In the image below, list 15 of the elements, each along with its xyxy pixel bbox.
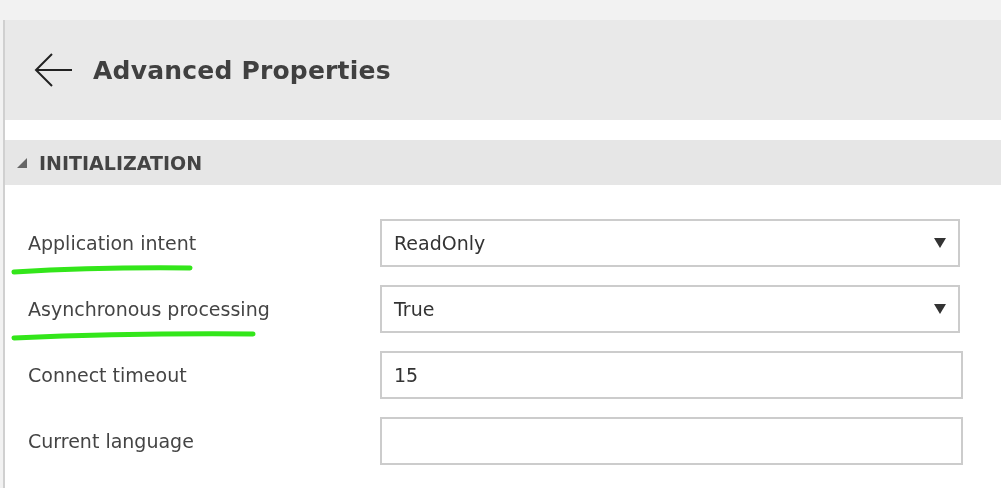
section-header[interactable]: INITIALIZATION xyxy=(5,140,1001,185)
dropdown-arrow-icon xyxy=(934,238,946,248)
property-label: Connect timeout xyxy=(27,364,188,386)
input-field[interactable]: 15 xyxy=(380,351,963,399)
property-label: Current language xyxy=(27,430,195,452)
property-label: Application intent xyxy=(27,232,198,254)
back-icon[interactable] xyxy=(33,52,73,88)
input-field[interactable] xyxy=(380,417,963,465)
property-label: Asynchronous processing xyxy=(27,298,271,320)
dropdown[interactable]: ReadOnly xyxy=(380,219,960,267)
section-title: INITIALIZATION xyxy=(39,151,203,174)
dropdown-arrow-icon xyxy=(934,304,946,314)
collapse-triangle-icon xyxy=(17,157,27,168)
dropdown[interactable]: True xyxy=(380,285,960,333)
page-title: Advanced Properties xyxy=(93,55,391,85)
